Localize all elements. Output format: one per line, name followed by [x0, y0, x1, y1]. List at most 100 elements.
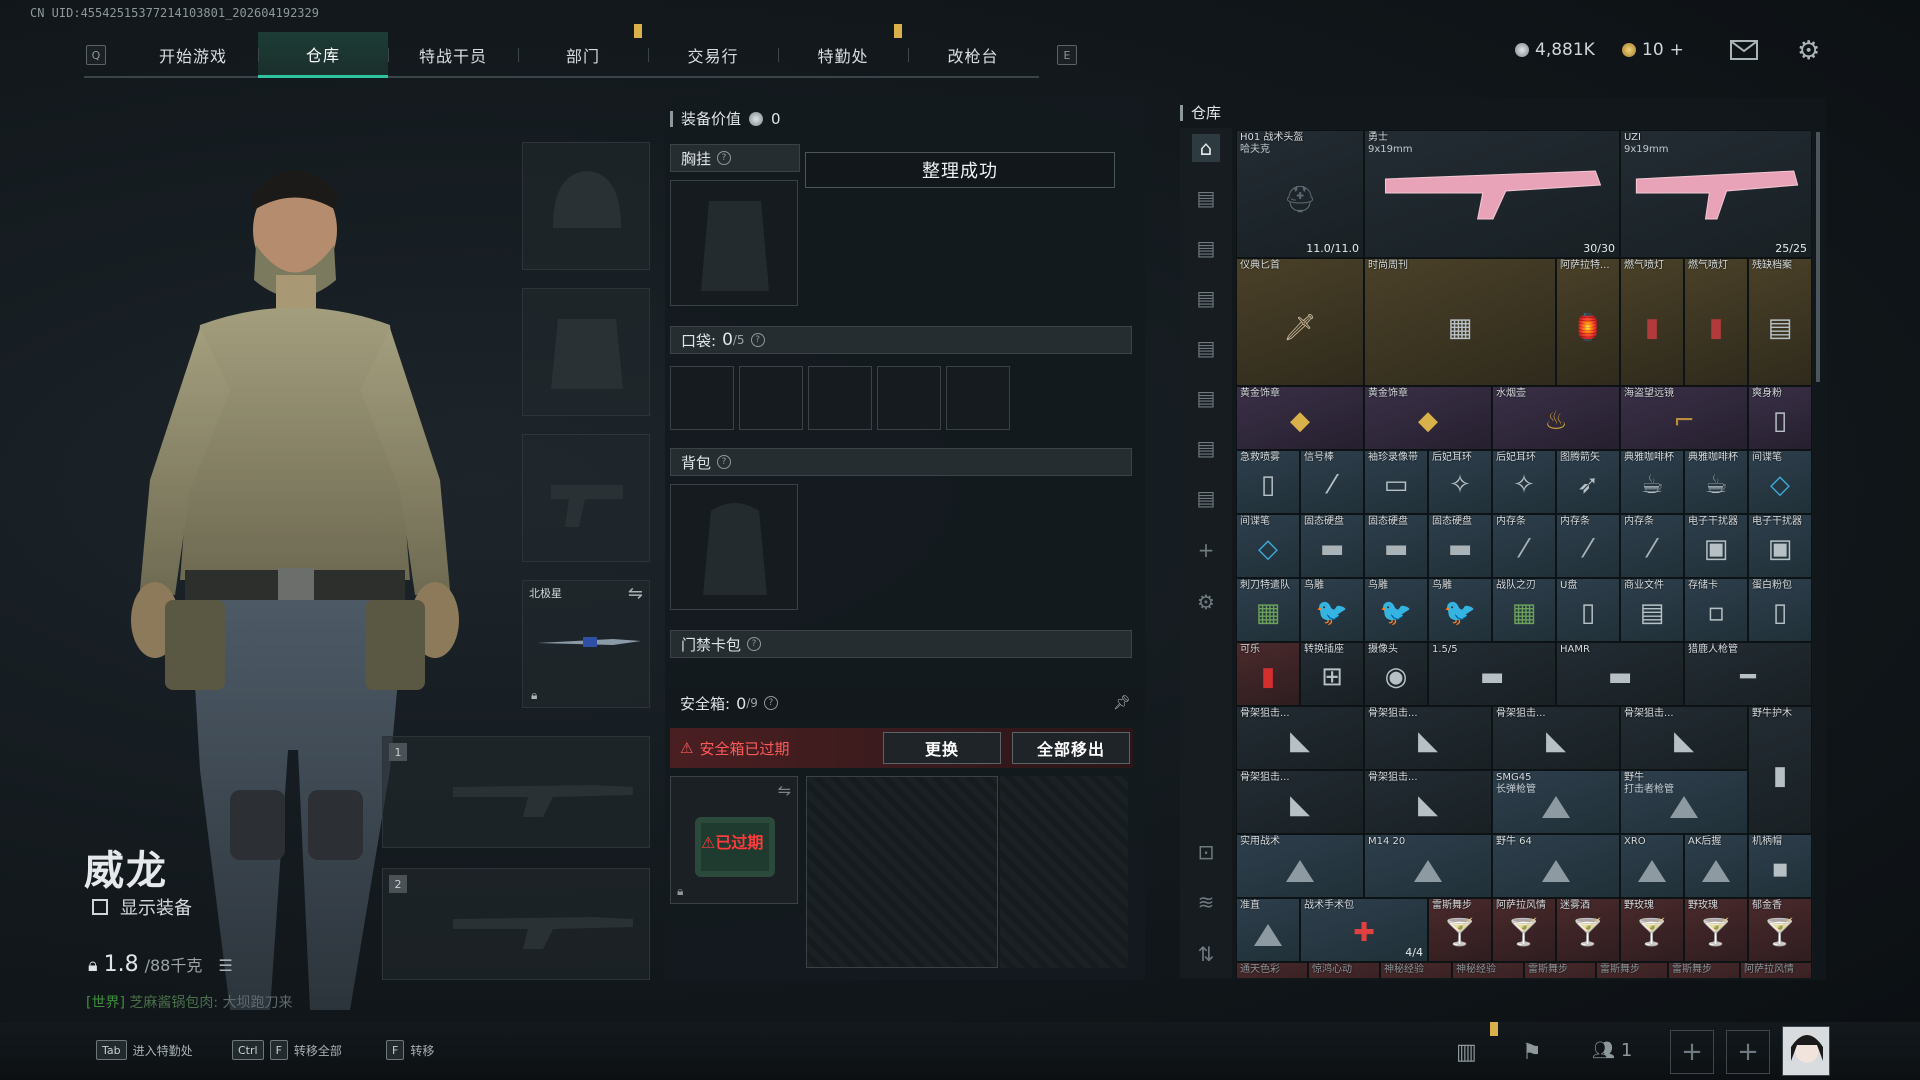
show-equipment-toggle[interactable]: 显示装备	[92, 894, 192, 920]
warehouse-item[interactable]: 准直	[1236, 898, 1300, 962]
warehouse-item[interactable]: 阿萨拉风情	[1740, 962, 1812, 978]
stats-icon[interactable]: ▥	[1456, 1040, 1477, 1065]
warehouse-item[interactable]: 惊鸿心动	[1308, 962, 1380, 978]
pocket-slot-3[interactable]	[808, 366, 872, 430]
warehouse-item[interactable]: 骨架狙击... ◣	[1492, 706, 1620, 770]
warehouse-item[interactable]: 蛋白粉包 ▯	[1748, 578, 1812, 642]
page-settings-icon[interactable]: ⚙	[1192, 588, 1220, 616]
armor-slot[interactable]	[522, 288, 650, 416]
warehouse-item[interactable]: 商业文件 ▤	[1620, 578, 1684, 642]
page-3-icon[interactable]: ▤	[1192, 234, 1220, 262]
warehouse-item[interactable]: 通天色彩	[1236, 962, 1308, 978]
warehouse-item[interactable]: 战队之刃 ▦	[1492, 578, 1556, 642]
weight-list-icon[interactable]: ☰	[218, 956, 232, 975]
help-icon[interactable]: ?	[717, 455, 732, 469]
page-2-icon[interactable]: ▤	[1192, 184, 1220, 212]
warehouse-item[interactable]: 可乐 ▮	[1236, 642, 1300, 706]
warehouse-item[interactable]: 雷斯舞步	[1596, 962, 1668, 978]
warehouse-item[interactable]: 骨架狙击... ◣	[1236, 770, 1364, 834]
warehouse-item[interactable]: SMG45 长弹枪管	[1492, 770, 1620, 834]
warehouse-item[interactable]: 神秘经验	[1380, 962, 1452, 978]
page-7-icon[interactable]: ▤	[1192, 434, 1220, 462]
add-gold-button[interactable]: +	[1670, 40, 1684, 60]
warehouse-item[interactable]: M14 20	[1364, 834, 1492, 898]
remove-all-button[interactable]: 全部移出	[1012, 732, 1130, 764]
warehouse-item[interactable]: 野牛 打击者枪管	[1620, 770, 1748, 834]
warehouse-item[interactable]: 鸟雕 🐦	[1364, 578, 1428, 642]
hint-enter-special[interactable]: Tab 进入特勤处	[96, 1040, 193, 1060]
primary-weapon-slot-2[interactable]: 2	[382, 868, 650, 980]
warehouse-item[interactable]: 内存条 ⁄	[1620, 514, 1684, 578]
safe-box-grid[interactable]	[806, 776, 998, 968]
warehouse-item[interactable]: 典雅咖啡杯 ☕	[1684, 450, 1748, 514]
page-6-icon[interactable]: ▤	[1192, 384, 1220, 412]
backpack-slot[interactable]	[670, 484, 798, 610]
warehouse-item[interactable]: 机柄帽 ▪	[1748, 834, 1812, 898]
warehouse-item[interactable]: 黄金饰章 ◆	[1236, 386, 1364, 450]
warehouse-item[interactable]: 信号棒 ⁄	[1300, 450, 1364, 514]
warehouse-item[interactable]: UZI 9x19mm 25/25	[1620, 130, 1812, 258]
pistol-slot[interactable]	[522, 434, 650, 562]
invite-slot-1[interactable]: +	[1670, 1030, 1714, 1074]
warehouse-item[interactable]: 转换插座 ⊞	[1300, 642, 1364, 706]
warehouse-item[interactable]: 阿萨拉风情 🍸	[1492, 898, 1556, 962]
warehouse-item[interactable]: 燃气喷灯 ▮	[1684, 258, 1748, 386]
tab-1[interactable]: 仓库	[258, 32, 388, 78]
warehouse-item[interactable]: 阿萨拉特... 🏮	[1556, 258, 1620, 386]
help-icon[interactable]: ?	[717, 151, 732, 165]
warehouse-item[interactable]: 水烟壶 ♨	[1492, 386, 1620, 450]
warehouse-item[interactable]: 间谍笔 ◇	[1748, 450, 1812, 514]
warehouse-item[interactable]: 摄像头 ◉	[1364, 642, 1428, 706]
warehouse-item[interactable]: 猎鹿人枪管 ━	[1684, 642, 1812, 706]
pocket-slot-5[interactable]	[946, 366, 1010, 430]
tab-4[interactable]: 交易行	[648, 32, 778, 78]
tab-5[interactable]: 特勤处	[778, 32, 908, 78]
warehouse-item[interactable]: 电子干扰器 ▣	[1684, 514, 1748, 578]
add-page-icon[interactable]: +	[1192, 536, 1220, 564]
warehouse-item[interactable]: 后妃耳环 ✧	[1428, 450, 1492, 514]
warehouse-item[interactable]: 袖珍录像带 ▭	[1364, 450, 1428, 514]
warehouse-item[interactable]: 电子干扰器 ▣	[1748, 514, 1812, 578]
warehouse-item[interactable]: 战术手术包 ✚ 4/4	[1300, 898, 1428, 962]
tab-6[interactable]: 改枪台	[908, 32, 1038, 78]
warehouse-item[interactable]: 固态硬盘 ▬	[1300, 514, 1364, 578]
world-chat-message[interactable]: [世界] 芝麻酱锅包肉: 大坝跑刀来	[86, 992, 293, 1012]
replace-safe-button[interactable]: 更换	[883, 732, 1001, 764]
settings-gear-icon[interactable]: ⚙	[1797, 36, 1820, 66]
warehouse-item[interactable]: 实用战术	[1236, 834, 1364, 898]
help-icon[interactable]: ?	[763, 696, 778, 710]
warehouse-home-icon[interactable]: ⌂	[1192, 134, 1220, 162]
warehouse-item[interactable]: 内存条 ⁄	[1492, 514, 1556, 578]
pocket-slot-2[interactable]	[739, 366, 803, 430]
warehouse-item[interactable]: 间谍笔 ◇	[1236, 514, 1300, 578]
warehouse-item[interactable]: 雷斯舞步	[1668, 962, 1740, 978]
warehouse-item[interactable]: 图腾箭矢 ➶	[1556, 450, 1620, 514]
warehouse-item[interactable]: 雷斯舞步 🍸	[1428, 898, 1492, 962]
invite-slot-2[interactable]: +	[1726, 1030, 1770, 1074]
warehouse-item[interactable]: 海盗望远镜 ⌐	[1620, 386, 1748, 450]
melee-slot[interactable]: 北极星 ⇋ 🔒︎	[522, 580, 650, 708]
player-avatar[interactable]	[1782, 1026, 1830, 1076]
warehouse-item[interactable]: 骨架狙击... ◣	[1364, 706, 1492, 770]
warehouse-item[interactable]: HAMR ▬	[1556, 642, 1684, 706]
gold-currency[interactable]: 10 +	[1622, 40, 1684, 60]
warehouse-item[interactable]: 鸟雕 🐦	[1428, 578, 1492, 642]
pocket-slot-1[interactable]	[670, 366, 734, 430]
flag-icon[interactable]: ⚑	[1522, 1040, 1542, 1065]
warehouse-item[interactable]: 存储卡 ▫	[1684, 578, 1748, 642]
squad-button[interactable]: 👥︎ 1	[1592, 1040, 1632, 1061]
silver-currency[interactable]: 4,881K	[1515, 40, 1595, 60]
warehouse-item[interactable]: 刺刀特遣队 ▦	[1236, 578, 1300, 642]
expand-icon[interactable]: ⊡	[1192, 838, 1220, 866]
helmet-slot[interactable]	[522, 142, 650, 270]
warehouse-item[interactable]: 黄金饰章 ◆	[1364, 386, 1492, 450]
warehouse-item[interactable]: 野牛护木 ▮	[1748, 706, 1812, 834]
pocket-slot-4[interactable]	[877, 366, 941, 430]
warehouse-item[interactable]: 固态硬盘 ▬	[1364, 514, 1428, 578]
warehouse-item[interactable]: 骨架狙击... ◣	[1620, 706, 1748, 770]
swap-icon[interactable]: ⇋	[778, 781, 791, 800]
hint-transfer[interactable]: F 转移	[386, 1040, 434, 1060]
safe-box-item[interactable]: ⚠已过期 ⇋ 🔒︎	[670, 776, 798, 904]
show-equipment-checkbox[interactable]	[92, 899, 108, 915]
warehouse-item[interactable]: 野玫瑰 🍸	[1620, 898, 1684, 962]
